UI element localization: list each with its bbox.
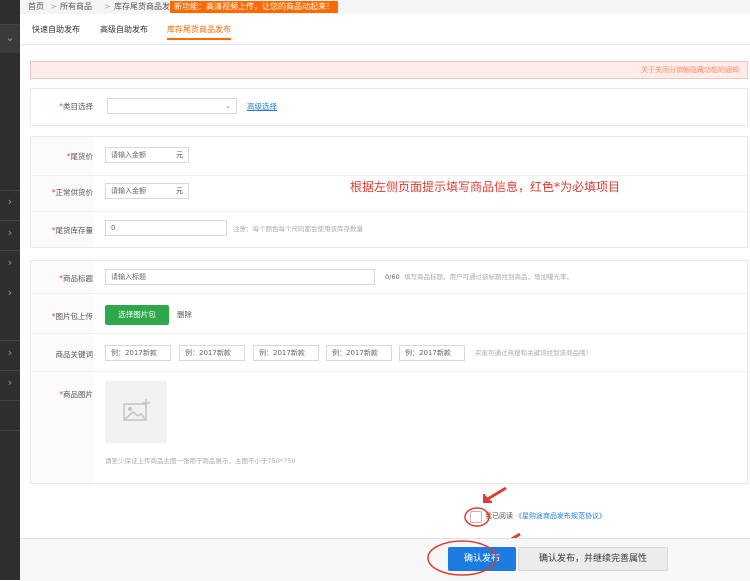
annotation-overlay: [464, 486, 521, 548]
annotation-arrow: [485, 486, 507, 502]
annotation-circle-checkbox: [464, 507, 490, 527]
confirm-publish-button[interactable]: 确认发布: [448, 547, 516, 571]
publish-and-continue-button[interactable]: 确认发布，并继续完善属性: [518, 547, 668, 571]
bottom-action-bar: 确认发布 确认发布，并继续完善属性: [20, 538, 750, 581]
